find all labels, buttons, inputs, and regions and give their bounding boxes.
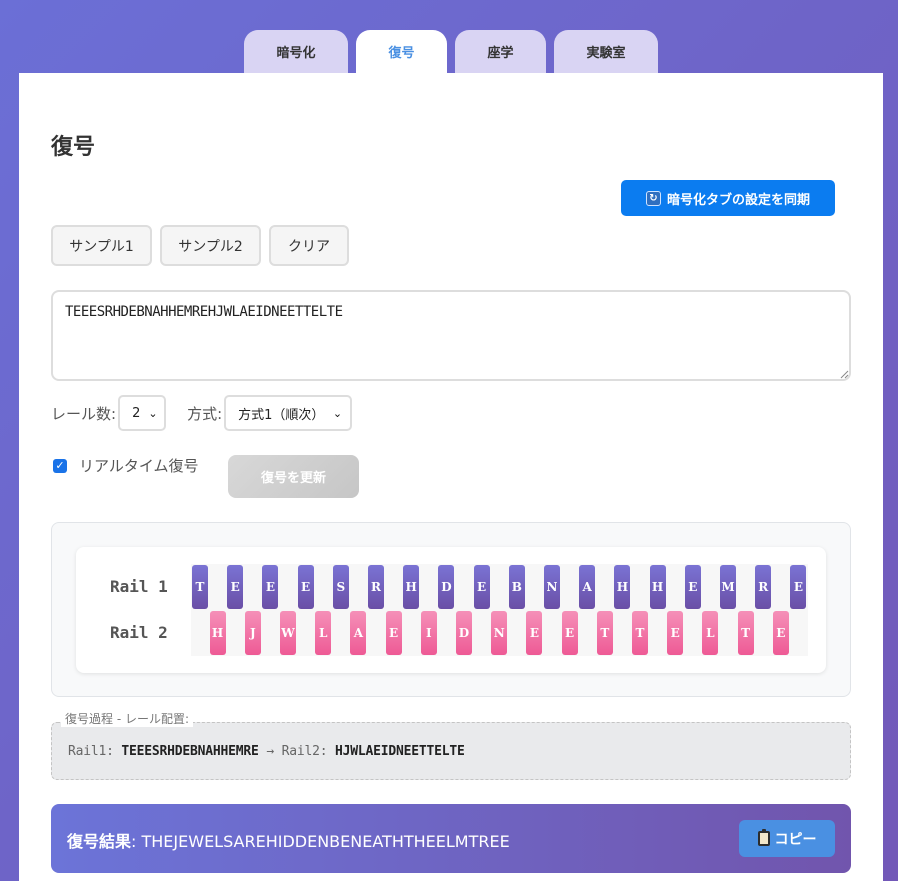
resize-grip-icon[interactable]: [839, 369, 849, 379]
rail-visualization: Rail 1 Rail 2 TEEESRHDEBNAHHEMRE HJWLAEI…: [51, 522, 851, 697]
rail-cell: T: [632, 611, 648, 655]
process-rail2-text: HJWLAEIDNEETTELTE: [335, 743, 465, 759]
rail-cell: A: [579, 565, 596, 609]
rail-cell: D: [456, 611, 472, 655]
sample1-button[interactable]: サンプル1: [51, 225, 152, 266]
rail-cell: R: [368, 565, 384, 609]
rail-cell: T: [596, 611, 613, 655]
rail-cell: E: [385, 611, 402, 655]
decrypt-panel: 復号 ↻ 暗号化タブの設定を同期 サンプル1 サンプル2 クリア レール数: 2…: [19, 73, 883, 881]
rail1-track: TEEESRHDEBNAHHEMRE: [191, 564, 808, 610]
sample-buttons: サンプル1 サンプル2 クリア: [51, 225, 349, 266]
rail-cell: D: [438, 565, 455, 609]
rail-cell: E: [262, 565, 279, 609]
result-value: THEJEWELSAREHIDDENBENEATHTHEELMTREE: [141, 832, 510, 851]
rail-cell: H: [614, 565, 631, 609]
rail-cell: N: [491, 611, 508, 655]
options-row: レール数: 2 ⌄ 方式: 方式1（順次） ⌄: [51, 395, 353, 431]
process-legend: 復号過程 - レール配置:: [61, 710, 194, 727]
chevron-down-icon: ⌄: [148, 406, 158, 420]
tab-bar: 暗号化 復号 座学 実験室: [244, 30, 658, 73]
method-select[interactable]: 方式1（順次） ⌄: [224, 395, 353, 431]
copy-button[interactable]: コピー: [739, 820, 835, 857]
rail-cell: N: [544, 565, 560, 609]
page-title: 復号: [51, 135, 96, 160]
update-decrypt-button[interactable]: 復号を更新: [228, 455, 359, 498]
tab-lab[interactable]: 実験室: [554, 30, 658, 73]
clear-button[interactable]: クリア: [269, 225, 349, 266]
rail-cell: L: [315, 611, 332, 655]
rail-cell: W: [280, 611, 296, 655]
method-select-value: 方式1（順次）: [238, 407, 325, 423]
rail-grid: Rail 1 Rail 2 TEEESRHDEBNAHHEMRE HJWLAEI…: [76, 547, 826, 673]
tab-lecture[interactable]: 座学: [455, 30, 546, 73]
rail-cell: E: [526, 611, 543, 655]
rail-cell: R: [755, 565, 772, 609]
tab-encrypt[interactable]: 暗号化: [244, 30, 348, 73]
realtime-label: リアルタイム復号: [79, 457, 199, 475]
tab-decrypt[interactable]: 復号: [356, 30, 447, 73]
rail-cell: E: [473, 565, 490, 609]
ciphertext-input[interactable]: [51, 290, 851, 381]
process-rail1-text: TEEESRHDEBNAHHEMRE: [121, 743, 259, 759]
result-text: 復号結果: THEJEWELSAREHIDDENBENEATHTHEELMTRE…: [67, 828, 510, 852]
process-arrow: →: [266, 743, 274, 759]
rail-cell: E: [772, 611, 789, 655]
rail-cell: M: [720, 565, 736, 609]
rail-cell: A: [350, 611, 367, 655]
realtime-row: ✓ リアルタイム復号: [53, 455, 199, 476]
result-separator: :: [131, 832, 137, 851]
rail-cell: E: [561, 611, 578, 655]
sync-settings-button[interactable]: ↻ 暗号化タブの設定を同期: [621, 180, 835, 216]
result-label: 復号結果: [67, 832, 132, 851]
rail-cell: E: [227, 565, 244, 609]
rail-cell: H: [209, 611, 226, 655]
rail2-track: HJWLAEIDNEETTELTE: [191, 610, 808, 656]
decrypt-process: Rail1: TEEESRHDEBNAHHEMRE → Rail2: HJWLA…: [51, 722, 851, 780]
rail-cell: E: [667, 611, 684, 655]
decrypt-result: 復号結果: THEJEWELSAREHIDDENBENEATHTHEELMTRE…: [51, 804, 851, 873]
rail-cell: E: [790, 565, 807, 609]
rail2-label: Rail 2: [110, 623, 168, 642]
copy-label: コピー: [774, 831, 817, 848]
rail-cell: I: [420, 611, 437, 655]
realtime-checkbox[interactable]: ✓: [53, 458, 67, 473]
process-rail1-prefix: Rail1:: [68, 743, 114, 759]
rail-cell: E: [684, 565, 701, 609]
sync-settings-label: 暗号化タブの設定を同期: [666, 192, 810, 208]
sample2-button[interactable]: サンプル2: [160, 225, 261, 266]
rail-cell: T: [192, 565, 208, 609]
rail-cell: J: [244, 611, 261, 655]
rail-cell: E: [297, 565, 314, 609]
rail-cell: B: [508, 565, 525, 609]
rail-cell: L: [702, 611, 719, 655]
rails-select[interactable]: 2 ⌄: [118, 395, 167, 431]
method-label: 方式:: [187, 404, 223, 423]
chevron-down-icon: ⌄: [332, 406, 343, 420]
clipboard-icon: [757, 829, 770, 846]
rails-label: レール数:: [51, 404, 117, 423]
refresh-icon: ↻: [645, 190, 661, 206]
rails-select-value: 2: [132, 405, 141, 421]
process-rail2-prefix: Rail2:: [281, 743, 328, 759]
rail-cell: H: [649, 565, 666, 609]
rail-cell: S: [332, 565, 349, 609]
rail-cell: H: [403, 565, 420, 609]
rail1-label: Rail 1: [110, 577, 168, 596]
rail-cell: T: [737, 611, 754, 655]
